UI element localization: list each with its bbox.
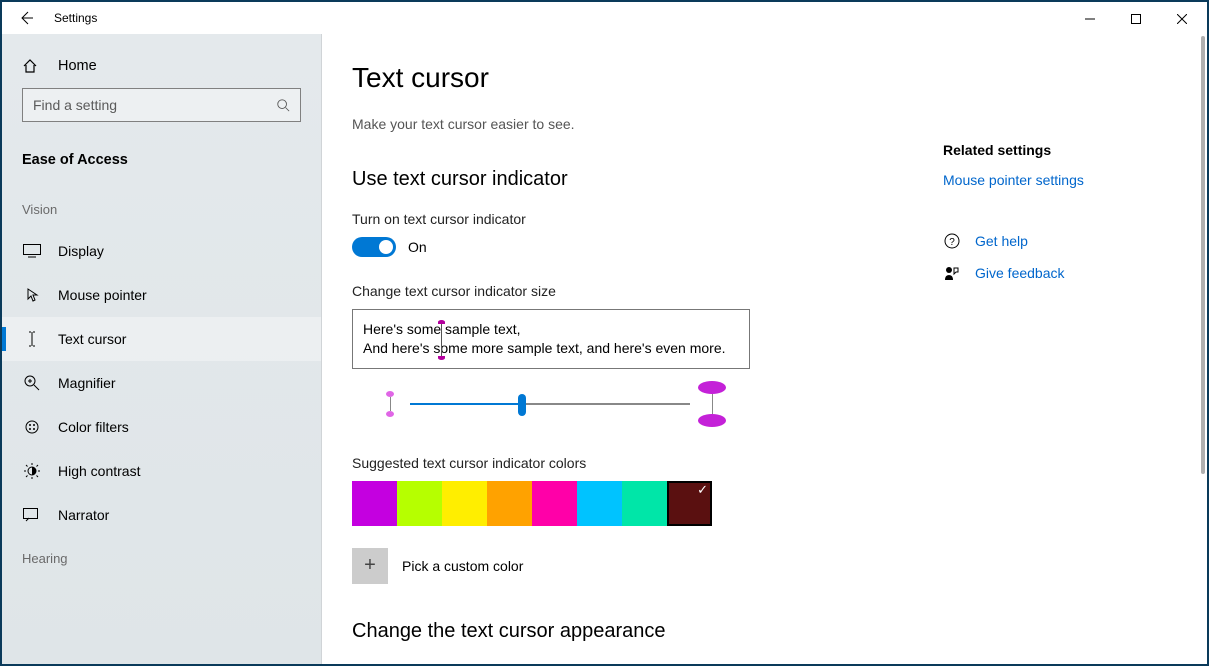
- nav-high-contrast[interactable]: High contrast: [2, 449, 321, 493]
- page-subtitle: Make your text cursor easier to see.: [352, 116, 1177, 132]
- color-swatch[interactable]: [577, 481, 622, 526]
- feedback-icon: [943, 264, 965, 282]
- home-label: Home: [58, 58, 97, 74]
- home-icon: [22, 58, 42, 74]
- nav-label: Mouse pointer: [58, 287, 147, 303]
- colors-field-label: Suggested text cursor indicator colors: [352, 455, 1177, 471]
- close-icon: [1177, 14, 1187, 24]
- color-swatch[interactable]: [487, 481, 532, 526]
- color-swatch[interactable]: [532, 481, 577, 526]
- back-button[interactable]: [16, 8, 36, 28]
- color-swatches: [352, 481, 1177, 526]
- color-swatch[interactable]: [397, 481, 442, 526]
- nav-label: Color filters: [58, 419, 129, 435]
- main-content: Text cursor Make your text cursor easier…: [322, 34, 1207, 664]
- sample-caret-icon: [438, 320, 445, 360]
- search-input-wrap[interactable]: [22, 88, 301, 122]
- get-help-link[interactable]: Get help: [975, 233, 1028, 249]
- home-nav[interactable]: Home: [2, 44, 321, 88]
- color-swatch[interactable]: [622, 481, 667, 526]
- section-appearance-header: Change the text cursor appearance: [352, 620, 1177, 643]
- pointer-icon: [22, 287, 42, 303]
- narrator-icon: [22, 508, 42, 522]
- sample-text-box: Here's some sample text, And here's some…: [352, 309, 750, 369]
- nav-magnifier[interactable]: Magnifier: [2, 361, 321, 405]
- minimize-button[interactable]: [1067, 4, 1113, 34]
- nav-text-cursor[interactable]: Text cursor: [2, 317, 321, 361]
- nav-label: Narrator: [58, 507, 109, 523]
- plus-icon: +: [364, 554, 376, 577]
- custom-color-label: Pick a custom color: [402, 558, 523, 574]
- toggle-state: On: [408, 239, 427, 255]
- nav-color-filters[interactable]: Color filters: [2, 405, 321, 449]
- page-title: Text cursor: [352, 62, 1177, 94]
- maximize-icon: [1131, 14, 1141, 24]
- sample-text: Here's some sample text, And here's some…: [363, 321, 726, 356]
- indicator-size-slider[interactable]: [410, 403, 690, 405]
- custom-color-button[interactable]: +: [352, 548, 388, 584]
- related-header: Related settings: [943, 142, 1173, 158]
- nav-label: Magnifier: [58, 375, 116, 391]
- color-swatch[interactable]: [442, 481, 487, 526]
- related-settings: Related settings Mouse pointer settings: [943, 142, 1173, 194]
- search-icon: [276, 98, 290, 112]
- slider-max-icon: [698, 381, 726, 427]
- nav-display[interactable]: Display: [2, 229, 321, 273]
- help-icon: ?: [943, 232, 965, 250]
- maximize-button[interactable]: [1113, 4, 1159, 34]
- group-vision: Vision: [2, 188, 321, 229]
- indicator-toggle[interactable]: [352, 237, 396, 257]
- mouse-pointer-settings-link[interactable]: Mouse pointer settings: [943, 172, 1173, 188]
- category-header: Ease of Access: [2, 142, 321, 188]
- highcontrast-icon: [22, 463, 42, 479]
- group-hearing: Hearing: [2, 537, 321, 578]
- toggle-field-label: Turn on text cursor indicator: [352, 211, 1177, 227]
- scrollbar[interactable]: [1201, 36, 1205, 662]
- slider-min-icon: [386, 391, 394, 417]
- nav-label: Text cursor: [58, 331, 126, 347]
- nav-mouse-pointer[interactable]: Mouse pointer: [2, 273, 321, 317]
- magnifier-icon: [22, 375, 42, 391]
- color-swatch[interactable]: [667, 481, 712, 526]
- svg-text:?: ?: [949, 237, 955, 248]
- give-feedback-link[interactable]: Give feedback: [975, 265, 1065, 281]
- textcursor-icon: [22, 331, 42, 347]
- search-input[interactable]: [33, 97, 276, 113]
- back-arrow-icon: [18, 10, 34, 26]
- display-icon: [22, 244, 42, 258]
- color-swatch[interactable]: [352, 481, 397, 526]
- nav-label: Display: [58, 243, 104, 259]
- colorfilters-icon: [22, 419, 42, 435]
- nav-label: High contrast: [58, 463, 140, 479]
- close-button[interactable]: [1159, 4, 1205, 34]
- window-title: Settings: [54, 11, 97, 25]
- minimize-icon: [1085, 14, 1095, 24]
- sidebar: Home Ease of Access Vision Display Mouse…: [2, 34, 322, 664]
- nav-narrator[interactable]: Narrator: [2, 493, 321, 537]
